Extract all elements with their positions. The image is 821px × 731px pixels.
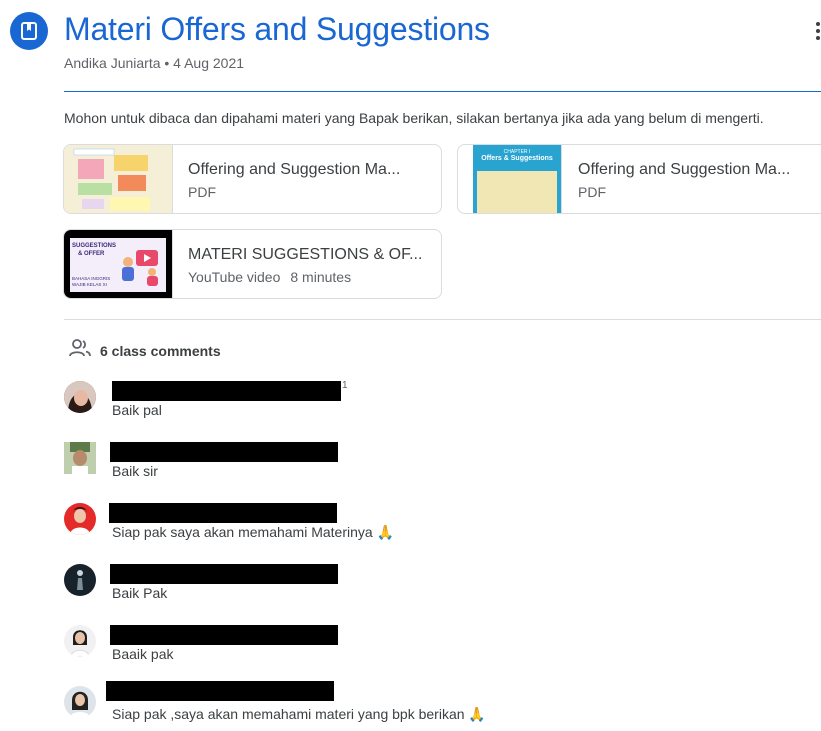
redacted-name	[110, 442, 338, 462]
redacted-name	[109, 503, 337, 523]
comment-text: Baik sir	[112, 463, 158, 479]
video-duration: 8 minutes	[290, 269, 352, 285]
avatar[interactable]	[64, 503, 96, 535]
comment-text: Siap pak saya akan memahami Materinya 🙏	[112, 524, 395, 540]
comment-item: Baik Pak	[64, 564, 804, 610]
post-description: Mohon untuk dibaca dan dipahami materi y…	[64, 110, 764, 126]
comment-item: Baaik pak	[64, 625, 804, 671]
comment-text: Baaik pak	[112, 646, 174, 662]
attachment-thumbnail: CHAPTER I Offers & Suggestions	[473, 145, 561, 213]
comment-text: Siap pak ,saya akan memahami materi yang…	[112, 706, 486, 722]
attachment-type: PDF	[188, 184, 216, 200]
thumbnail-line: SUGGESTIONS	[72, 243, 117, 249]
comment-item: Siap pak saya akan memahami Materinya 🙏	[64, 503, 804, 549]
redacted-name	[110, 564, 338, 584]
more-vert-icon[interactable]	[815, 22, 821, 42]
comment-text: Baik pal	[112, 402, 162, 418]
attachment-card-pdf-2[interactable]: CHAPTER I Offers & Suggestions Offering …	[457, 144, 821, 214]
comment-item: Siap pak ,saya akan memahami materi yang…	[64, 681, 804, 727]
avatar[interactable]	[64, 686, 96, 718]
comment-text: Baik Pak	[112, 585, 168, 601]
attachment-card-video[interactable]: SUGGESTIONS & OFFER BAHASA INGGRIS WAJIB…	[63, 229, 442, 299]
redacted-name	[110, 625, 338, 645]
class-comments-header[interactable]: 6 class comments	[68, 338, 221, 363]
attachment-meta: YouTube video 8 minutes	[188, 269, 351, 285]
attachment-card-pdf-1[interactable]: Offering and Suggestion Ma... PDF	[63, 144, 442, 214]
avatar[interactable]	[64, 381, 96, 413]
avatar[interactable]	[64, 564, 96, 596]
attachment-type: PDF	[578, 184, 606, 200]
attachment-title: Offering and Suggestion Ma...	[188, 161, 401, 178]
comment-item: Baik sir	[64, 442, 804, 488]
stray-mark: 1	[342, 380, 348, 391]
header-divider	[64, 91, 821, 92]
assignment-icon	[10, 12, 48, 50]
attachment-title: Offering and Suggestion Ma...	[578, 161, 791, 178]
attachment-type: YouTube video	[188, 269, 281, 285]
avatar[interactable]	[64, 442, 96, 474]
thumbnail-line: BAHASA INGGRIS	[72, 276, 111, 281]
redacted-name	[112, 381, 341, 401]
avatar[interactable]	[64, 625, 96, 657]
redacted-name	[106, 681, 334, 701]
post-meta: Andika Juniarta • 4 Aug 2021	[64, 55, 245, 71]
comment-item: Baik pal	[64, 381, 804, 427]
video-thumbnail: SUGGESTIONS & OFFER BAHASA INGGRIS WAJIB…	[64, 230, 173, 298]
attachment-title: MATERI SUGGESTIONS & OF...	[188, 246, 423, 263]
comments-divider	[64, 319, 821, 320]
attachment-thumbnail	[64, 145, 173, 213]
comments-count: 6 class comments	[100, 342, 221, 359]
people-icon	[68, 338, 92, 363]
thumbnail-line: & OFFER	[78, 251, 105, 257]
page-title: Materi Offers and Suggestions	[64, 11, 490, 47]
thumbnail-line: WAJIB KELAS XI	[72, 282, 107, 287]
thumbnail-title: Offers & Suggestions	[481, 155, 553, 162]
